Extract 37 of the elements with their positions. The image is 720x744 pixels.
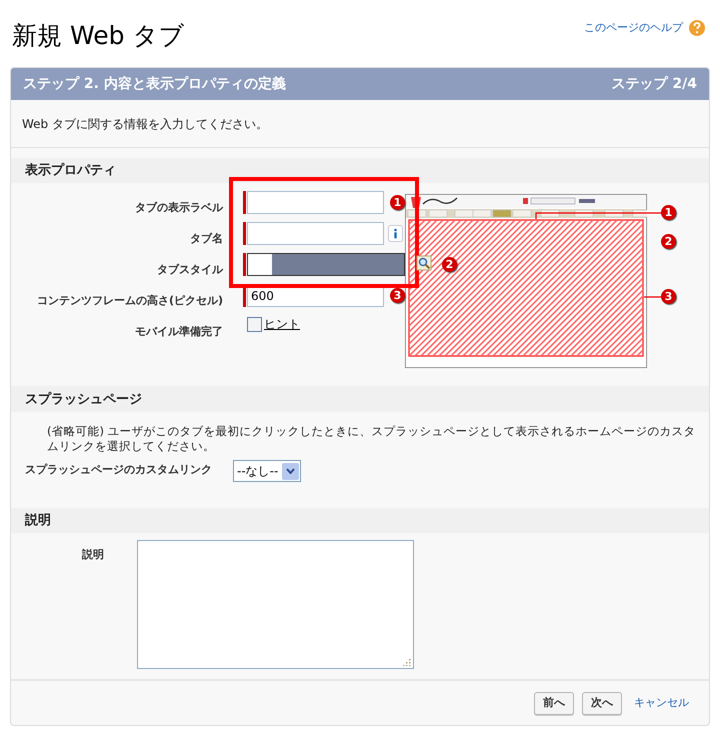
description-textarea[interactable] [137, 540, 414, 669]
resize-grip-icon[interactable] [403, 658, 411, 666]
info-icon[interactable] [388, 225, 403, 242]
field-label: スプラッシュページのカスタムリンク [25, 462, 213, 478]
field-label: タブスタイル [157, 263, 223, 276]
splash-select[interactable]: --なし-- [233, 460, 302, 482]
callout-number: 2 [661, 234, 676, 249]
section-heading: スプラッシュページ [25, 390, 142, 409]
callout-number: 1 [661, 205, 676, 220]
dropdown-icon [282, 462, 300, 480]
section-heading: 説明 [25, 512, 51, 530]
callout-number: 3 [661, 289, 676, 304]
text-field[interactable] [247, 222, 384, 245]
leader-line [644, 296, 661, 298]
intro-text: Web タブに関する情報を入力してください。 [22, 116, 268, 132]
checkbox[interactable] [247, 316, 262, 332]
field-label: モバイル準備完了 [135, 325, 223, 338]
hint-link[interactable]: ヒント [264, 315, 300, 333]
step-counter: ステップ 2/4 [612, 74, 697, 94]
splash-description: (省略可能) ユーザがこのタブを最初にクリックしたときに、スプラッシュページとして表示されるホームページのカスタムリンクを選択してください。 [47, 424, 697, 454]
section-heading: 表示プロパティ [25, 162, 116, 180]
text-field[interactable] [247, 191, 384, 214]
cancel-link[interactable]: キャンセル [634, 694, 689, 712]
callout-number: 3 [390, 288, 405, 303]
tab-style-field[interactable] [247, 253, 405, 276]
field-label: コンテンツフレームの高さ(ピクセル) [36, 294, 223, 307]
nav-button[interactable]: 前へ [534, 692, 574, 714]
field-label: タブの表示ラベル [135, 201, 223, 214]
callout-number: 1 [390, 195, 405, 210]
page-title: 新規 Web タブ [12, 20, 184, 52]
lookup-icon[interactable] [416, 255, 432, 271]
nav-button[interactable]: 次へ [582, 692, 622, 714]
field-label: タブ名 [190, 232, 223, 245]
step-title: ステップ 2. 内容と表示プロパティの定義 [23, 74, 286, 94]
field-label: 説明 [82, 548, 104, 561]
help-icon[interactable] [689, 20, 705, 36]
help-link[interactable]: このページのヘルプ [584, 20, 683, 36]
